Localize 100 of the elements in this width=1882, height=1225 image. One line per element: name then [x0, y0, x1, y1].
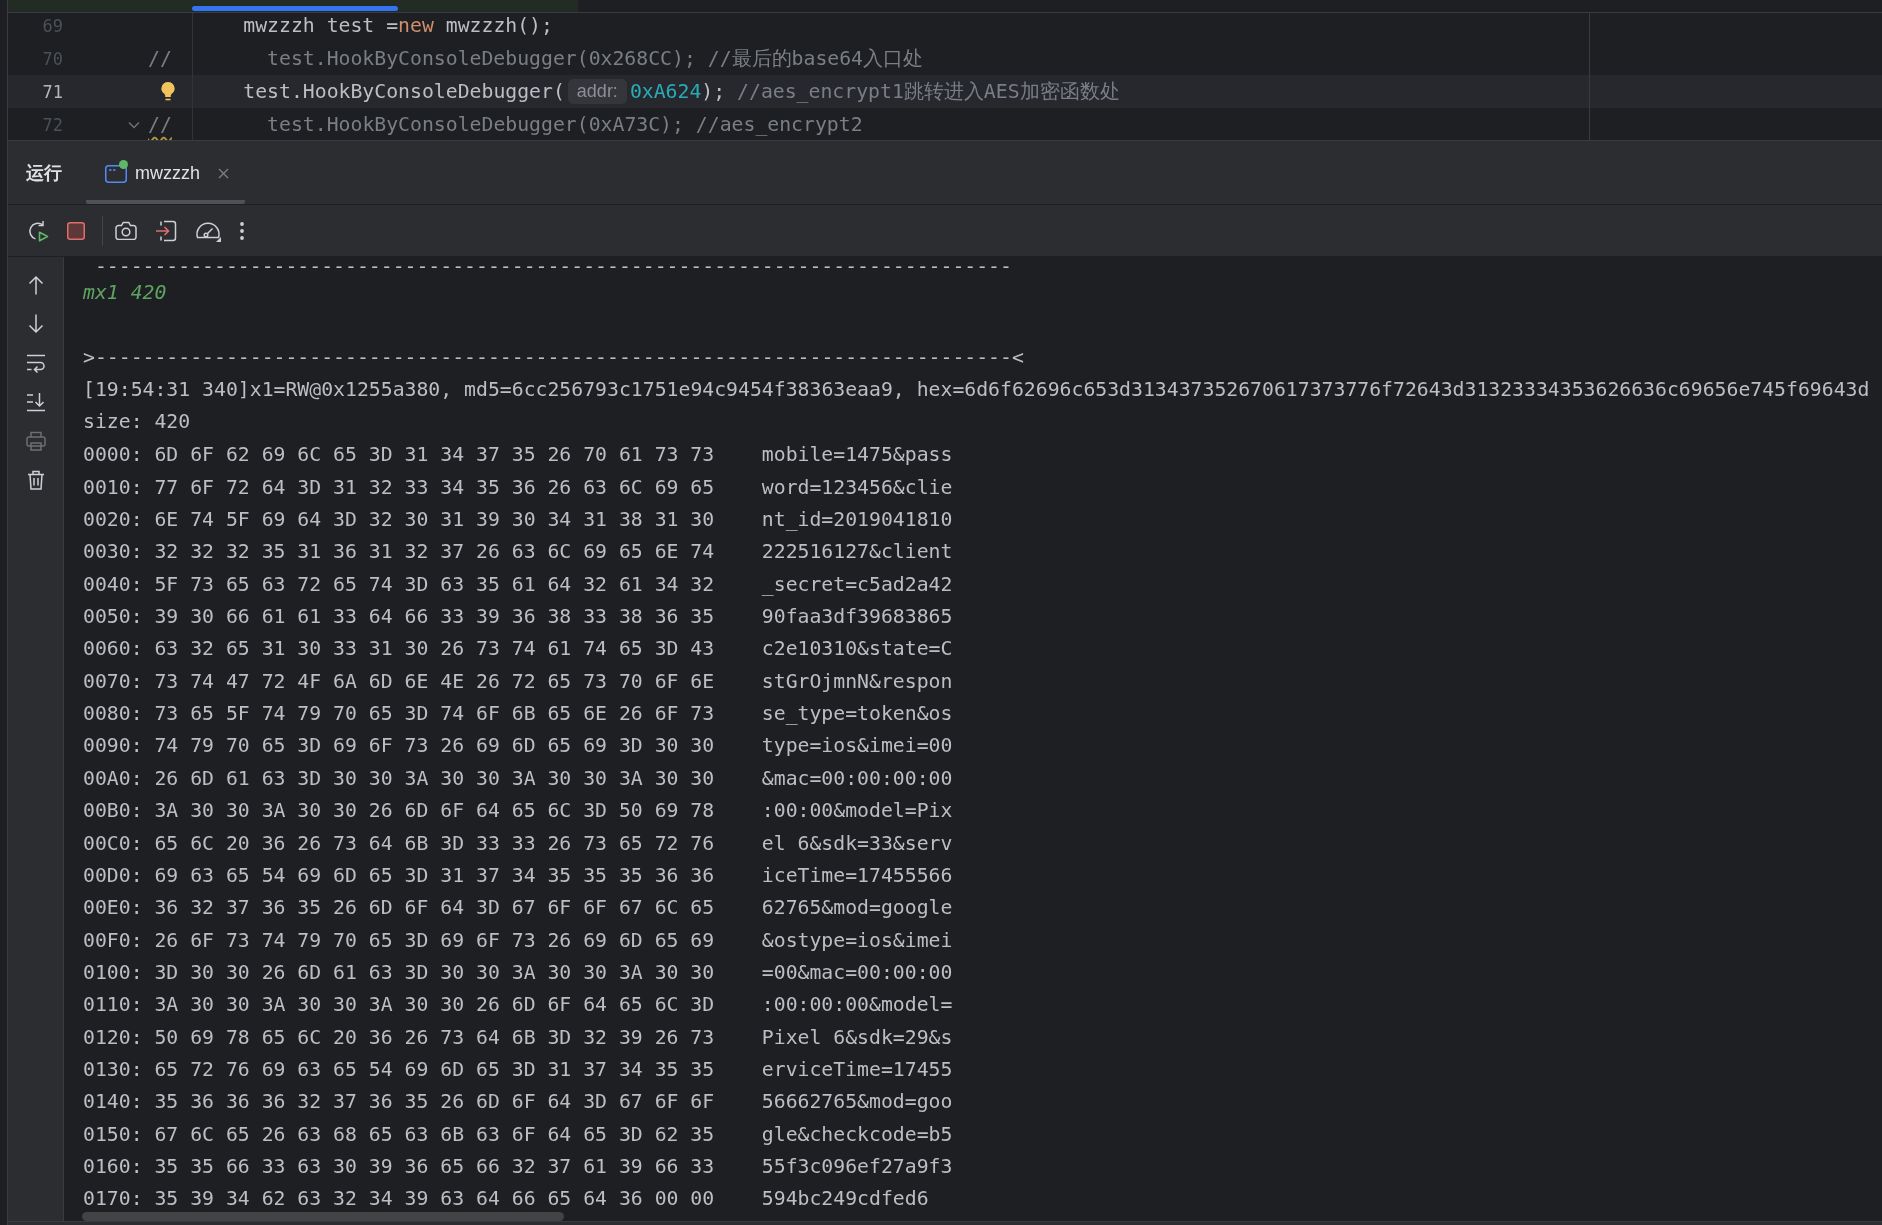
ascii-text: gle&checkcode=b5 [761, 1122, 953, 1146]
hex-offset: 0080: [83, 702, 143, 726]
hex-offset: 0090: [83, 734, 143, 758]
hex-offset: 0010: [83, 475, 143, 499]
hex-bytes: 35 35 66 33 63 30 39 36 65 66 32 37 61 39 66 33 [154, 1154, 715, 1178]
console-line: >-----------------------------------------------------------------------------< [83, 344, 1024, 371]
up-arrow-icon[interactable] [27, 275, 44, 295]
hex-offset: 00B0: [83, 799, 143, 823]
hex-offset: 0020: [83, 508, 143, 532]
ascii-text: &mac=00:00:00:00 [761, 766, 953, 790]
ascii-text: iceTime=17455566 [761, 863, 953, 887]
soft-wrap-icon[interactable] [25, 353, 46, 373]
fold-chevron-icon[interactable] [128, 120, 140, 129]
hex-bytes: 6E 74 5F 69 64 3D 32 30 31 39 30 34 31 38 31 30 [154, 508, 715, 532]
ascii-text: se_type=token&os [761, 702, 953, 726]
code-text: test.HookByConsoleDebugger( [243, 80, 565, 103]
hex-offset: 0110: [83, 993, 143, 1017]
ascii-text: type=ios&imei=00 [761, 734, 953, 758]
code-text: // test.HookByConsoleDebugger(0x268CC); //最后的base64入口处 [148, 46, 923, 72]
console-line: mx1 420 [83, 280, 167, 306]
ascii-text: erviceTime=17455 [761, 1057, 953, 1081]
hex-bytes: 35 36 36 36 32 37 36 35 26 6D 6F 64 3D 67 6F 6F [154, 1090, 715, 1114]
hex-bytes: 77 6F 72 64 3D 31 32 33 34 35 36 26 63 6C 69 65 [154, 475, 715, 499]
ascii-text: Pixel 6&sdk=29&s [761, 1025, 953, 1049]
hex-bytes: 26 6D 61 63 3D 30 30 3A 30 30 3A 30 30 3A 30 30 [154, 766, 715, 790]
ascii-text: 222516127&client [761, 540, 953, 564]
ascii-text: c2e10310&state=C [761, 637, 953, 661]
hex-bytes: 3D 30 30 26 6D 61 63 3D 30 30 3A 30 30 3A 30 30 [154, 960, 715, 984]
ascii-text: :00:00&model=Pix [761, 799, 953, 823]
trash-icon[interactable] [26, 470, 45, 490]
hex-offset: 0030: [83, 540, 143, 564]
hex-bytes: 35 39 34 62 63 32 34 39 63 64 66 65 64 36 00 00 [154, 1187, 715, 1211]
lightbulb-icon[interactable] [160, 81, 176, 101]
hex-offset: 00A0: [83, 766, 143, 790]
hex-offset: 0070: [83, 669, 143, 693]
ascii-text: word=123456&clie [761, 475, 953, 499]
hex-bytes: 63 32 65 31 30 33 31 30 26 73 74 61 74 65 3D 43 [154, 637, 715, 661]
hex-bytes: 65 6C 20 36 26 73 64 6B 3D 33 33 26 73 65 72 76 [154, 831, 715, 855]
hex-bytes: 26 6F 73 74 79 70 65 3D 69 6F 73 26 69 6D 65 69 [154, 928, 715, 952]
camera-icon[interactable] [115, 221, 137, 240]
hex-offset: 0100: [83, 960, 143, 984]
hex-bytes: 65 72 76 69 63 65 54 69 6D 65 3D 31 37 34 35 35 [154, 1057, 715, 1081]
hex-bytes: 69 63 65 54 69 6D 65 3D 31 37 34 35 35 35 36 36 [154, 863, 715, 887]
code-text: // test.HookByConsoleDebugger(0xA73C); //aes_encrypt2 [148, 113, 863, 136]
hex-offset: 00D0: [83, 863, 143, 887]
arrow-into-box-icon[interactable] [155, 219, 177, 242]
ascii-text: 62765&mod=google [761, 896, 953, 920]
hex-offset: 0140: [83, 1090, 143, 1114]
hex-bytes: 73 65 5F 74 79 70 65 3D 74 6F 6B 65 6E 26 6F 73 [154, 702, 715, 726]
line-number: 71 [41, 81, 63, 102]
hex-offset: 0170: [83, 1187, 143, 1211]
ascii-text: :00:00:00&model= [761, 993, 953, 1017]
stop-icon[interactable] [67, 221, 85, 240]
hex-bytes: 5F 73 65 63 72 65 74 3D 63 35 61 64 32 61 34 32 [154, 572, 715, 596]
hex-offset: 0160: [83, 1154, 143, 1178]
ascii-text: nt_id=2019041810 [761, 508, 953, 532]
panel-title: 运行 [26, 161, 62, 185]
ascii-text: =00&mac=00:00:00 [761, 960, 953, 984]
hex-offset: 0120: [83, 1025, 143, 1049]
ascii-text: stGrOjmnN&respon [761, 669, 953, 693]
more-icon[interactable] [239, 220, 245, 241]
down-arrow-icon[interactable] [27, 314, 44, 334]
ascii-text: _secret=c5ad2a42 [761, 572, 953, 596]
code-text: mwzzzh test =new mwzzzh(); [243, 14, 553, 37]
hex-offset: 0050: [83, 605, 143, 629]
ascii-text: el 6&sdk=33&serv [761, 831, 953, 855]
hex-bytes: 67 6C 65 26 63 68 65 63 6B 63 6F 64 65 3D 62 35 [154, 1122, 715, 1146]
hex-offset: 0040: [83, 572, 143, 596]
hex-bytes: 74 79 70 65 3D 69 6F 73 26 69 6D 65 69 3D 30 30 [154, 734, 715, 758]
parameter-hint: addr: [567, 79, 627, 104]
hex-offset: 0130: [83, 1057, 143, 1081]
hex-bytes: 3A 30 30 3A 30 30 26 6D 6F 64 65 6C 3D 50 69 78 [154, 799, 715, 823]
console-line: ----------------------------------------------------------------------------- [93, 257, 1012, 277]
console-line: size: 420 [83, 409, 191, 436]
hex-offset: 00E0: [83, 896, 143, 920]
hex-bytes: 3A 30 30 3A 30 30 3A 30 30 26 6D 6F 64 65 6C 3D [154, 993, 715, 1017]
ascii-text: &ostype=ios&imei [761, 928, 953, 952]
console-line: [19:54:31 340]x1=RW@0x1255a380, md5=6cc256793c1751e94c9454f38363eaa9, hex=6d6f62696c653d313437352670617373776f72643d31323334353626636c69656e745f69643d [83, 377, 1870, 404]
hex-offset: 00F0: [83, 928, 143, 952]
scroll-to-end-icon[interactable] [25, 392, 46, 412]
window-icon [105, 164, 127, 183]
rerun-icon[interactable] [27, 219, 49, 242]
ascii-text: 594bc249cdfed6 [761, 1187, 929, 1211]
hex-bytes: 32 32 32 35 31 36 31 32 37 26 63 6C 69 65 6E 74 [154, 540, 715, 564]
hex-offset: 00C0: [83, 831, 143, 855]
hex-offset: 0060: [83, 637, 143, 661]
ascii-text: mobile=1475&pass [761, 443, 953, 467]
hex-bytes: 36 32 37 36 35 26 6D 6F 64 3D 67 6F 6F 67 6C 65 [154, 896, 715, 920]
ascii-text: 55f3c096ef27a9f3 [761, 1154, 953, 1178]
ascii-text: 90faa3df39683865 [761, 605, 953, 629]
scrollbar-thumb[interactable] [82, 1212, 564, 1221]
hex-bytes: 39 30 66 61 61 33 64 66 33 39 36 38 33 38 36 35 [154, 605, 715, 629]
hex-offset: 0150: [83, 1122, 143, 1146]
close-icon[interactable] [218, 168, 229, 179]
hex-offset: 0000: [83, 443, 143, 467]
ascii-text: 56662765&mod=goo [761, 1090, 953, 1114]
code-text: 0xA624); //aes_encrypt1跳转进入AES加密函数处 [629, 79, 1120, 105]
hex-bytes: 73 74 47 72 4F 6A 6D 6E 4E 26 72 65 73 70 6F 6E [154, 669, 715, 693]
hex-bytes: 50 69 78 65 6C 20 36 26 73 64 6B 3D 32 39 26 73 [154, 1025, 715, 1049]
hex-bytes: 6D 6F 62 69 6C 65 3D 31 34 37 35 26 70 61 73 73 [154, 443, 715, 467]
